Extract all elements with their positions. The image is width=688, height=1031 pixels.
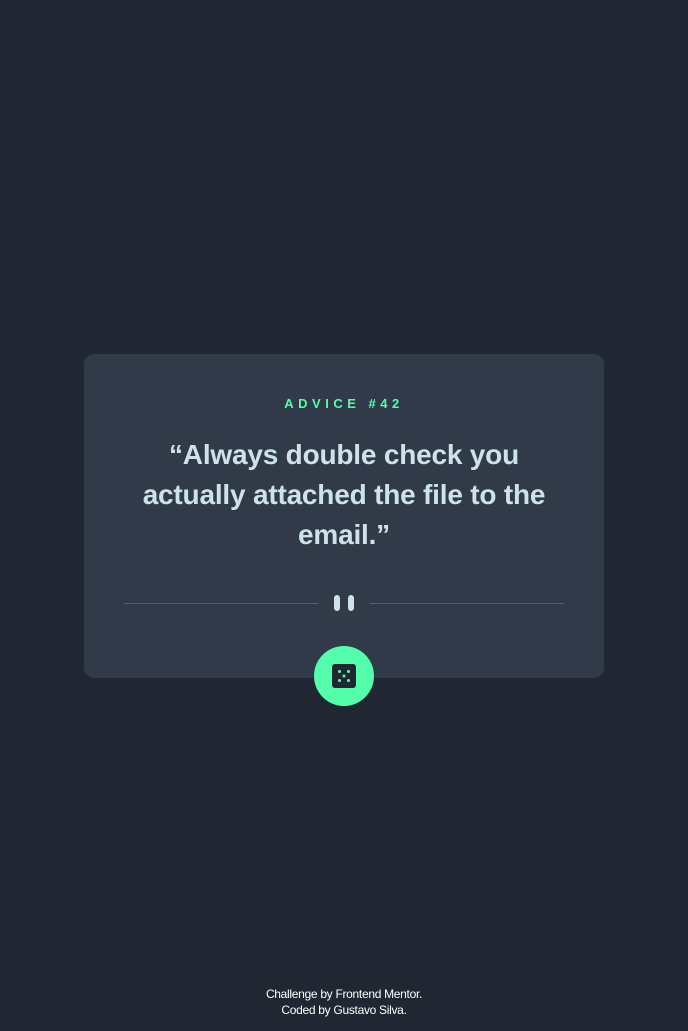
- advice-quote: “Always double check you actually attach…: [142, 439, 546, 550]
- attribution-period-2: .: [403, 1003, 407, 1017]
- attribution-line-1: Challenge by Frontend Mentor.: [0, 986, 688, 1002]
- divider-line-left: [124, 603, 318, 604]
- advice-id-label: ADVICE #42: [84, 396, 604, 411]
- advice-card: ADVICE #42 “Always double check you actu…: [84, 354, 604, 706]
- attribution-line-2: Coded by Gustavo Silva.: [0, 1002, 688, 1018]
- advice-number: 42: [380, 396, 404, 411]
- new-advice-button[interactable]: [314, 646, 374, 706]
- dice-icon: [332, 664, 356, 688]
- attribution: Challenge by Frontend Mentor. Coded by G…: [0, 986, 688, 1018]
- frontend-mentor-link[interactable]: Frontend Mentor: [335, 987, 419, 1001]
- attribution-challenge-text: Challenge by: [265, 987, 333, 1001]
- advice-label-prefix: ADVICE #: [284, 396, 381, 411]
- author-link[interactable]: Gustavo Silva: [333, 1003, 403, 1017]
- attribution-period-1: .: [419, 987, 423, 1001]
- pattern-divider: [124, 595, 564, 611]
- divider-line-right: [370, 603, 564, 604]
- attribution-coded-text: Coded by: [281, 1003, 331, 1017]
- pause-icon: [334, 595, 354, 611]
